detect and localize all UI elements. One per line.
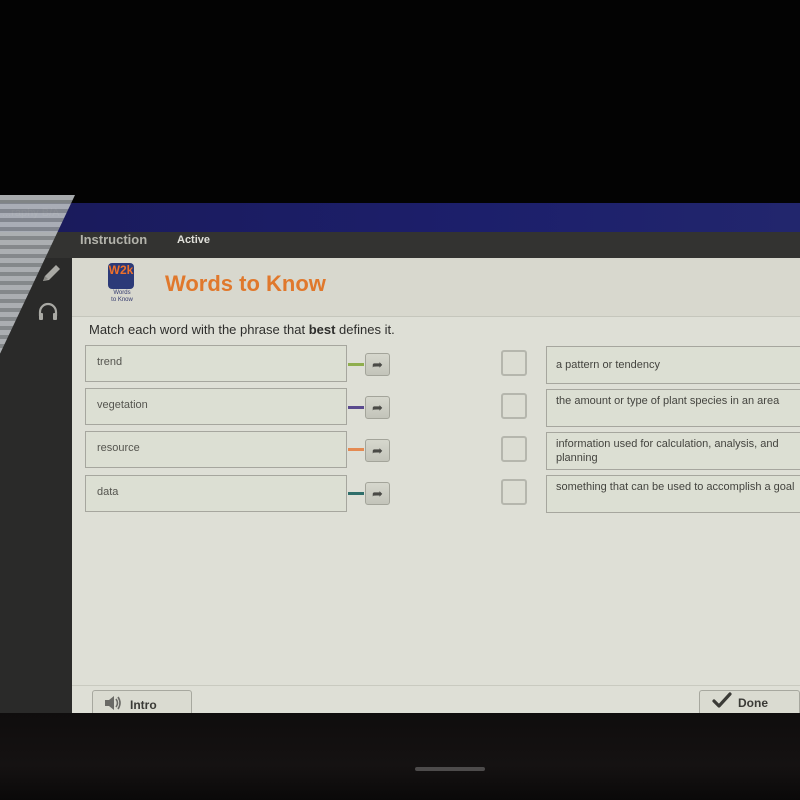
footer-divider [72, 685, 800, 686]
device-top-bezel [0, 0, 800, 203]
logo-caption-line2: to Know [111, 297, 133, 303]
match-checkbox[interactable] [501, 436, 527, 462]
connector-line [348, 406, 364, 409]
logo-caption: Words to Know [102, 290, 142, 304]
definition-item[interactable]: the amount or type of plant species in a… [546, 389, 800, 427]
match-checkbox[interactable] [501, 479, 527, 505]
word-item-resource[interactable]: resource [85, 431, 347, 468]
curved-arrow-icon: ➦ [372, 357, 383, 372]
intro-label: Intro [130, 698, 157, 712]
curved-arrow-icon: ➦ [372, 443, 383, 458]
definition-label: information used for calculation, analys… [556, 438, 779, 464]
pencil-icon[interactable] [40, 262, 64, 292]
checkmark-icon [712, 692, 732, 715]
instructions: Match each word with the phrase that bes… [89, 322, 395, 337]
definition-item[interactable]: information used for calculation, analys… [546, 432, 800, 470]
word-label: data [97, 486, 119, 498]
logo-caption-line1: Words [113, 290, 131, 296]
word-label: resource [97, 442, 140, 454]
done-label: Done [738, 696, 768, 710]
word-label: trend [97, 356, 123, 368]
instructions-text-before: Match each word with the phrase that [89, 322, 309, 337]
word-item-data[interactable]: data [85, 475, 347, 512]
definition-item[interactable]: a pattern or tendency [546, 346, 800, 384]
match-arrow-button[interactable]: ➦ [365, 396, 390, 419]
headphones-icon[interactable] [36, 300, 60, 330]
instructions-bold: best [308, 322, 336, 337]
word-item-vegetation[interactable]: vegetation [85, 388, 347, 425]
device-bottom-bezel [0, 713, 800, 800]
connector-line [348, 448, 364, 451]
definition-label: a pattern or tendency [556, 359, 660, 371]
definition-label: something that can be used to accomplish… [556, 481, 795, 493]
match-checkbox[interactable] [501, 393, 527, 419]
activity-header: W2k Words to Know Words to Know [72, 258, 800, 317]
instructions-text-after: defines it. [335, 322, 395, 337]
definition-label: the amount or type of plant species in a… [556, 395, 780, 407]
tab-instruction[interactable]: Instruction [80, 232, 147, 247]
page-title: Words to Know [165, 271, 326, 296]
match-arrow-button[interactable]: ➦ [365, 353, 390, 376]
tab-active[interactable]: Active [177, 234, 210, 246]
connector-line [348, 363, 364, 366]
home-indicator [415, 767, 485, 771]
title-bar: ...raphy B/A [0, 203, 800, 232]
definition-item[interactable]: something that can be used to accomplish… [546, 475, 800, 513]
match-arrow-button[interactable]: ➦ [365, 482, 390, 505]
tab-bar: Instruction Active [0, 232, 800, 258]
match-checkbox[interactable] [501, 350, 527, 376]
connector-line [348, 492, 364, 495]
curved-arrow-icon: ➦ [372, 400, 383, 415]
content-panel: W2k Words to Know Words to Know Match ea… [72, 258, 800, 716]
curved-arrow-icon: ➦ [372, 486, 383, 501]
words-to-know-logo: W2k [108, 263, 134, 289]
word-label: vegetation [97, 399, 148, 411]
match-arrow-button[interactable]: ➦ [365, 439, 390, 462]
word-item-trend[interactable]: trend [85, 345, 347, 382]
